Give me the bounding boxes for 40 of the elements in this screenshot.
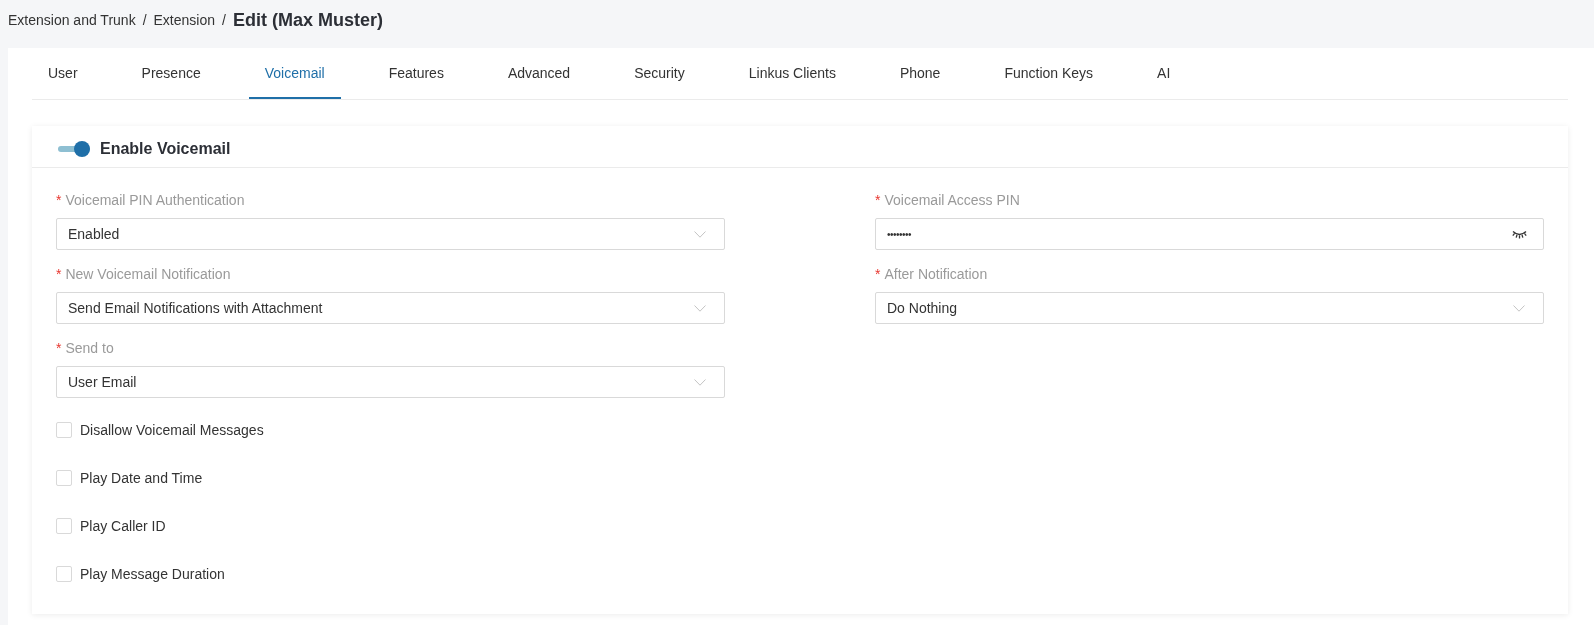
chevron-down-icon bbox=[694, 304, 706, 312]
password-field[interactable]: •••••••• bbox=[875, 218, 1544, 250]
tab[interactable]: Phone bbox=[883, 48, 957, 99]
select-field[interactable]: Send Email Notifications with Attachment bbox=[56, 292, 725, 324]
field-label: * Voicemail Access PIN bbox=[875, 190, 1021, 210]
chevron-down-icon bbox=[694, 230, 706, 238]
closed-eye-icon[interactable] bbox=[1512, 229, 1527, 239]
checkbox-label: Play Date and Time bbox=[80, 468, 203, 488]
checkbox-label: Disallow Voicemail Messages bbox=[80, 420, 264, 440]
breadcrumb-link[interactable]: Extension bbox=[153, 9, 215, 31]
page-title: Edit (Max Muster) bbox=[232, 8, 383, 32]
tab[interactable]: Security bbox=[618, 48, 701, 99]
select-field[interactable]: Enabled bbox=[56, 218, 725, 250]
tab[interactable]: Function Keys bbox=[988, 48, 1110, 99]
checkbox-label: Play Caller ID bbox=[80, 516, 166, 536]
select-field[interactable]: Do Nothing bbox=[875, 292, 1544, 324]
tab[interactable]: Presence bbox=[125, 48, 217, 99]
tab[interactable]: User bbox=[32, 48, 94, 99]
chevron-down-icon bbox=[1513, 304, 1525, 312]
breadcrumb-link[interactable]: Extension and Trunk bbox=[8, 9, 136, 31]
checkbox[interactable] bbox=[56, 566, 72, 582]
tab[interactable]: Linkus Clients bbox=[732, 48, 852, 99]
toggle-switch[interactable] bbox=[58, 140, 90, 157]
field-label: * After Notification bbox=[875, 264, 989, 284]
tab[interactable]: Advanced bbox=[491, 48, 587, 99]
select-field[interactable]: User Email bbox=[56, 366, 725, 398]
tab[interactable]: Features bbox=[372, 48, 460, 99]
section-title: Enable Voicemail bbox=[100, 138, 231, 159]
tab[interactable]: Voicemail bbox=[248, 48, 341, 99]
field-label: * Send to bbox=[56, 338, 115, 358]
tab[interactable]: AI bbox=[1141, 48, 1187, 99]
breadcrumb-separator: / bbox=[222, 10, 226, 30]
field-label: * New Voicemail Notification bbox=[56, 264, 232, 284]
checkbox-label: Play Message Duration bbox=[80, 564, 225, 584]
breadcrumb-separator: / bbox=[142, 10, 147, 30]
checkbox[interactable] bbox=[56, 422, 72, 438]
checkbox[interactable] bbox=[56, 470, 72, 486]
chevron-down-icon bbox=[694, 378, 706, 386]
field-label: * Voicemail PIN Authentication bbox=[56, 190, 246, 210]
checkbox[interactable] bbox=[56, 518, 72, 534]
